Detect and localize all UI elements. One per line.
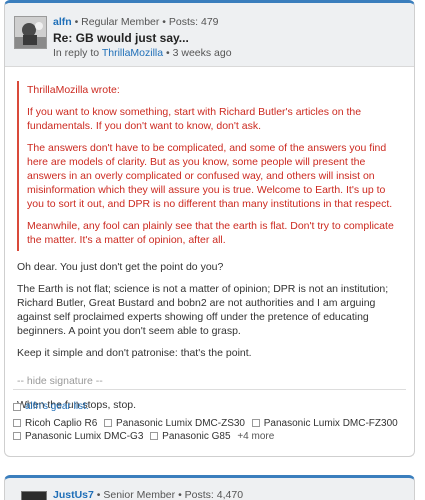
post-title[interactable]: Re: GB would just say... <box>53 30 408 46</box>
camera-icon <box>150 432 159 440</box>
camera-icon <box>13 419 21 427</box>
post-paragraph: Oh dear. You just don't get the point do… <box>17 261 224 273</box>
camera-icon <box>104 419 113 427</box>
reply-prefix: In reply to <box>53 47 102 59</box>
author-rank: • Senior Member • Posts: 4,470 <box>93 489 244 500</box>
gear-list: Ricoh Caplio R6 Panasonic Lumix DMC-ZS30… <box>13 417 406 443</box>
post-card: alfn • Regular Member • Posts: 479 Re: G… <box>4 0 415 457</box>
post-time: • 3 weeks ago <box>163 47 232 59</box>
post-paragraph: The Earth is not flat; science is not a … <box>17 283 389 337</box>
quote-paragraph: The answers don't have to be complicated… <box>27 142 393 210</box>
hide-signature-toggle[interactable]: -- hide signature -- <box>17 374 402 388</box>
gear-list-section: alfn's gear list: Ricoh Caplio R6 Panaso… <box>13 389 406 443</box>
author-link[interactable]: JustUs7 <box>53 489 94 500</box>
next-post-card: JustUs7 • Senior Member • Posts: 4,470 <box>4 475 415 500</box>
avatar[interactable] <box>14 16 47 49</box>
author-rank: • Regular Member • Posts: 479 <box>71 16 219 28</box>
gear-list-title[interactable]: alfn's gear list: <box>13 400 406 413</box>
reply-line: In reply to ThrillaMozilla • 3 weeks ago <box>53 46 408 60</box>
gear-more-link[interactable]: +4 more <box>237 431 274 442</box>
post-paragraph: Keep it simple and don't patronise: that… <box>17 347 252 359</box>
gear-item-label[interactable]: Panasonic Lumix DMC-ZS30 <box>116 418 245 429</box>
author-link[interactable]: alfn <box>53 16 72 28</box>
gear-item[interactable]: Ricoh Caplio R6 <box>13 417 97 430</box>
post-header: alfn • Regular Member • Posts: 479 Re: G… <box>5 3 414 67</box>
reply-to-link[interactable]: ThrillaMozilla <box>102 47 163 59</box>
gear-item-label[interactable]: Panasonic Lumix DMC-FZ300 <box>264 418 398 429</box>
gear-item[interactable]: Panasonic Lumix DMC-FZ300 <box>251 417 398 430</box>
gear-item[interactable]: Panasonic Lumix DMC-G3 <box>13 430 143 443</box>
camera-icon <box>251 419 260 427</box>
quote-paragraph: If you want to know something, start wit… <box>27 106 362 132</box>
avatar[interactable] <box>21 491 47 500</box>
collapse-icon[interactable] <box>13 402 21 411</box>
author-meta: alfn • Regular Member • Posts: 479 <box>53 15 408 29</box>
gear-item[interactable]: Panasonic Lumix DMC-ZS30 <box>104 417 245 430</box>
camera-icon <box>13 432 21 440</box>
gear-item-label[interactable]: Ricoh Caplio R6 <box>25 418 97 429</box>
gear-item-label[interactable]: Panasonic G85 <box>162 431 230 442</box>
post-text: Oh dear. You just don't get the point do… <box>17 260 402 360</box>
quote-header: ThrillaMozilla wrote: <box>27 84 120 96</box>
gear-item-label[interactable]: Panasonic Lumix DMC-G3 <box>25 431 143 442</box>
avatar-image <box>15 17 46 48</box>
author-meta: JustUs7 • Senior Member • Posts: 4,470 <box>53 489 243 500</box>
gear-item[interactable]: Panasonic G85 <box>150 430 231 443</box>
quote-block: ThrillaMozilla wrote: If you want to kno… <box>17 81 402 251</box>
gear-list-title-text[interactable]: alfn's gear list: <box>25 400 89 413</box>
post-body: ThrillaMozilla wrote: If you want to kno… <box>5 67 414 412</box>
quote-paragraph: Meanwhile, any fool can plainly see that… <box>27 220 394 246</box>
